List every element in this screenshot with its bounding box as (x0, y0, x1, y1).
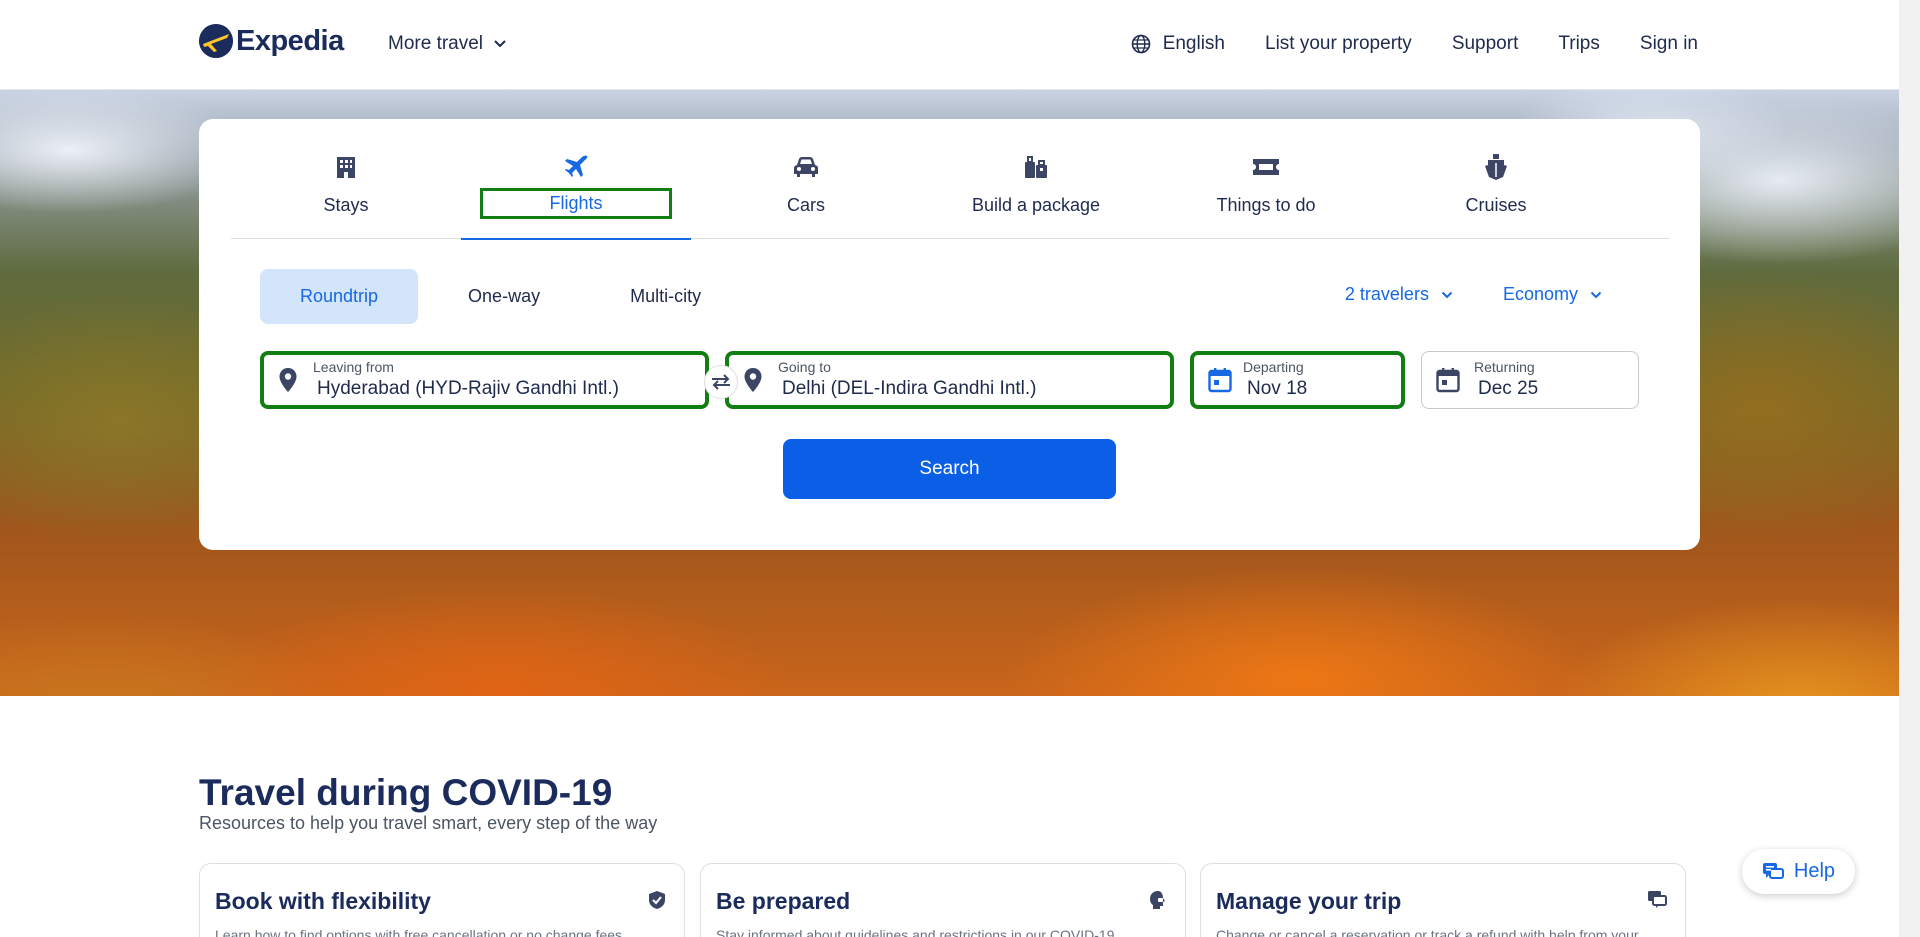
returning-label: Returning (1474, 359, 1535, 375)
card-text: Stay informed about guidelines and restr… (716, 927, 1115, 937)
chat-icon (1648, 891, 1667, 908)
leaving-from-field[interactable]: Leaving from Hyderabad (HYD-Rajiv Gandhi… (260, 351, 709, 409)
trips-link[interactable]: Trips (1558, 33, 1600, 55)
card-text: Learn how to find options with free canc… (215, 927, 623, 937)
ticket-icon (1253, 159, 1279, 175)
tab-label: Stays (323, 195, 369, 215)
tab-stays[interactable]: Stays (231, 119, 461, 239)
plane-icon (565, 155, 588, 177)
help-label: Help (1793, 860, 1836, 882)
tab-label: Cars (786, 195, 825, 215)
tab-label: Cruises (1465, 195, 1527, 215)
sign-in-link[interactable]: Sign in (1640, 33, 1698, 55)
expedia-logo[interactable]: Expedia (199, 24, 344, 58)
help-button[interactable]: Help (1742, 849, 1855, 894)
swap-arrows-icon (712, 374, 730, 390)
chevron-down-icon (494, 40, 506, 48)
language-label: English (1162, 33, 1226, 54)
be-prepared-card[interactable]: Be prepared Stay informed about guidelin… (700, 863, 1186, 937)
swap-locations-button[interactable] (704, 365, 738, 399)
support-link[interactable]: Support (1452, 33, 1519, 55)
search-card: Stays Flights Cars Build a package Thing… (199, 119, 1700, 550)
cabin-class-label: Economy (1502, 284, 1578, 304)
cabin-class-selector[interactable]: Economy (1503, 284, 1602, 305)
returning-value: Dec 25 (1478, 378, 1539, 399)
more-travel-label: More travel (388, 33, 484, 54)
hero-banner: Stays Flights Cars Build a package Thing… (0, 90, 1899, 696)
car-icon (794, 157, 818, 177)
chat-bubbles-icon (1762, 862, 1784, 879)
travelers-label: 2 travelers (1344, 284, 1429, 304)
travelers-selector[interactable]: 2 travelers (1345, 284, 1453, 305)
tab-flights[interactable]: Flights (461, 119, 691, 240)
search-button[interactable]: Search (783, 439, 1116, 499)
card-title: Manage your trip (1216, 888, 1402, 914)
more-travel-menu[interactable]: More travel (388, 33, 507, 55)
map-pin-icon (744, 368, 762, 392)
tab-things-to-do[interactable]: Things to do (1151, 119, 1381, 239)
tab-label: Build a package (971, 195, 1101, 215)
chevron-down-icon (1441, 291, 1453, 298)
leaving-from-label: Leaving from (313, 359, 394, 375)
language-selector[interactable]: English (1131, 33, 1225, 55)
luggage-icon (1025, 156, 1047, 178)
manage-trip-card[interactable]: Manage your trip Change or cancel a rese… (1200, 863, 1686, 937)
chevron-down-icon (1590, 291, 1602, 298)
one-way-option[interactable]: One-way (428, 269, 580, 324)
card-text: Change or cancel a reservation or track … (1216, 927, 1639, 937)
going-to-field[interactable]: Going to Delhi (DEL-Indira Gandhi Intl.) (725, 351, 1174, 409)
brand-name: Expedia (236, 24, 344, 57)
map-pin-icon (279, 368, 297, 392)
expedia-logo-icon (199, 24, 233, 58)
going-to-value: Delhi (DEL-Indira Gandhi Intl.) (782, 378, 1037, 399)
multi-city-option[interactable]: Multi-city (590, 269, 741, 324)
returning-date-field[interactable]: Returning Dec 25 (1421, 351, 1639, 409)
trip-type-selector: Roundtrip One-way Multi-city (260, 269, 751, 324)
globe-icon (1131, 34, 1150, 54)
ship-icon (1485, 154, 1507, 180)
covid-section-subtitle: Resources to help you travel smart, ever… (199, 813, 658, 833)
leaving-from-value: Hyderabad (HYD-Rajiv Gandhi Intl.) (317, 378, 620, 399)
tab-cars[interactable]: Cars (691, 119, 921, 239)
covid-section-title: Travel during COVID-19 (199, 772, 613, 813)
departing-value: Nov 18 (1247, 378, 1308, 399)
list-property-link[interactable]: List your property (1265, 33, 1412, 55)
trip-options: 2 travelers Economy (1295, 284, 1602, 305)
site-header: Expedia More travel English List your pr… (0, 0, 1899, 90)
head-mask-icon (1150, 891, 1165, 909)
calendar-icon (1436, 368, 1460, 393)
tab-label: Flights (480, 188, 672, 219)
card-title: Book with flexibility (215, 888, 431, 914)
departing-label: Departing (1243, 359, 1304, 375)
product-tabs: Stays Flights Cars Build a package Thing… (231, 119, 1669, 240)
card-title: Be prepared (716, 888, 851, 914)
shield-check-icon (649, 891, 665, 909)
building-icon (337, 157, 355, 178)
calendar-icon (1208, 368, 1232, 393)
page-scrollbar[interactable] (1899, 0, 1920, 937)
departing-date-field[interactable]: Departing Nov 18 (1190, 351, 1405, 409)
tab-build-package[interactable]: Build a package (921, 119, 1151, 239)
going-to-label: Going to (778, 359, 831, 375)
header-nav: English List your property Support Trips… (1131, 33, 1698, 55)
tab-cruises[interactable]: Cruises (1381, 119, 1611, 239)
roundtrip-option[interactable]: Roundtrip (260, 269, 419, 324)
tab-label: Things to do (1216, 195, 1316, 215)
book-flexibility-card[interactable]: Book with flexibility Learn how to find … (199, 863, 685, 937)
